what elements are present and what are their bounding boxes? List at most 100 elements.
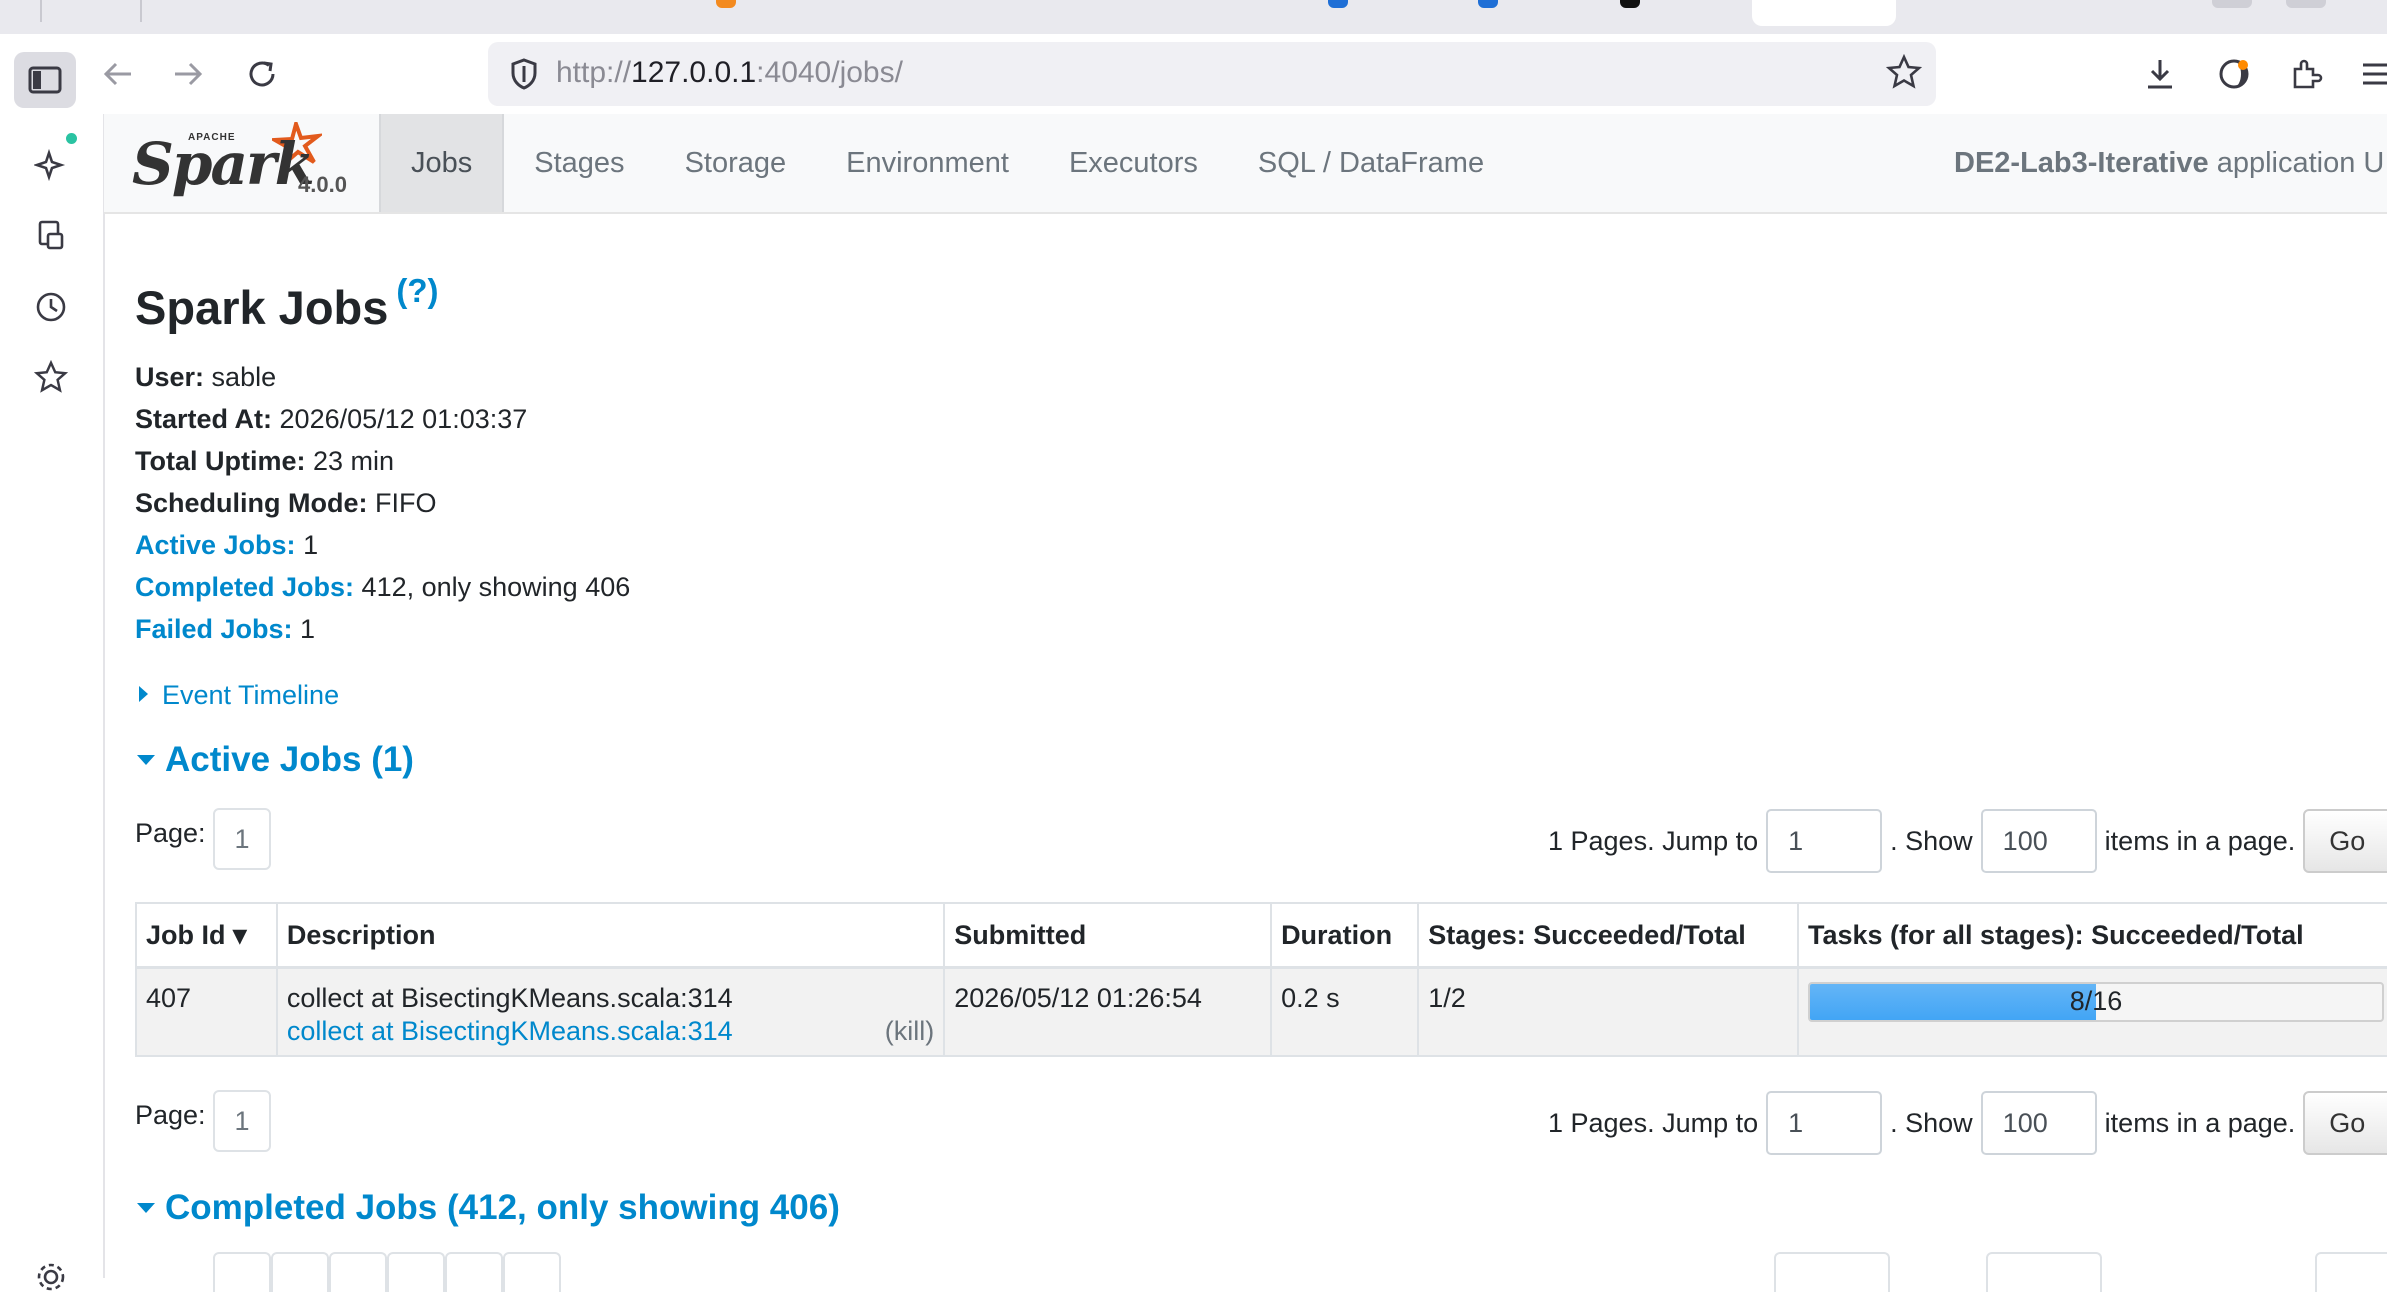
tab-executors[interactable]: Executors: [1039, 114, 1228, 212]
page-button[interactable]: [271, 1252, 329, 1292]
description-cell: collect at BisectingKMeans.scala:314 col…: [275, 966, 946, 1057]
tab-sql-dataframe[interactable]: SQL / DataFrame: [1228, 114, 1514, 212]
completed-jobs-header[interactable]: Completed Jobs (412, only showing 406): [135, 1188, 840, 1228]
page-button[interactable]: [503, 1252, 561, 1292]
table-row: 407 collect at BisectingKMeans.scala:314…: [135, 966, 2387, 1057]
col-submitted[interactable]: Submitted: [943, 902, 1273, 969]
tab-storage[interactable]: Storage: [655, 114, 817, 212]
show-text: . Show: [1890, 825, 1973, 856]
tab-favicon-icon[interactable]: [1478, 0, 1498, 8]
duration-cell: 0.2 s: [1270, 966, 1420, 1057]
extensions-icon[interactable]: [2280, 48, 2332, 100]
bookmarks-star-icon[interactable]: [28, 354, 74, 400]
active-jobs-header[interactable]: Active Jobs (1): [135, 740, 414, 780]
bookmark-star-icon[interactable]: [1885, 53, 1923, 99]
tab-favicon-icon[interactable]: [716, 0, 736, 8]
stages-cell: 1/2: [1417, 966, 1799, 1057]
browser-sidebar: [0, 114, 105, 1291]
page-label: Page:: [135, 818, 206, 848]
pages-text: 1 Pages. Jump to: [1548, 1107, 1759, 1138]
completed-jobs-link[interactable]: Completed Jobs:: [135, 572, 354, 602]
tab-control[interactable]: [2286, 0, 2326, 8]
spark-version: 4.0.0: [298, 172, 347, 197]
tasks-cell: 8/16: [1797, 966, 2387, 1057]
tab-separator: [40, 0, 42, 22]
go-button[interactable]: Go: [2303, 1091, 2387, 1155]
tab-favicon-icon[interactable]: [1620, 0, 1640, 8]
shield-icon[interactable]: [506, 56, 542, 92]
page-size-input[interactable]: [1980, 1091, 2097, 1155]
items-text: items in a page.: [2104, 1107, 2296, 1138]
tab-environment[interactable]: Environment: [816, 114, 1039, 212]
items-text: items in a page.: [2104, 825, 2296, 856]
page-size-input[interactable]: [1986, 1252, 2102, 1292]
jump-to-page-input[interactable]: [1766, 809, 1883, 873]
page-button[interactable]: [387, 1252, 445, 1292]
show-text: . Show: [1890, 1107, 1973, 1138]
spark-navbar: APACHE Spark 4.0.0 Jobs Stages Storage E…: [104, 114, 2387, 214]
ai-sparkle-icon[interactable]: [28, 142, 74, 188]
help-link[interactable]: (?): [396, 272, 438, 309]
job-summary: User: sable Started At: 2026/05/12 01:03…: [135, 356, 630, 650]
go-button[interactable]: Go: [2303, 809, 2387, 873]
tab-separator: [140, 0, 142, 22]
summary-failed-jobs: Failed Jobs: 1: [135, 614, 316, 644]
account-icon[interactable]: [2208, 48, 2260, 100]
address-bar[interactable]: http://127.0.0.1:4040/jobs/: [488, 42, 1936, 106]
summary-scheduling-mode: Scheduling Mode: FIFO: [135, 488, 437, 518]
tab-stages[interactable]: Stages: [504, 114, 654, 212]
download-icon[interactable]: [2134, 48, 2186, 100]
job-details-link[interactable]: collect at BisectingKMeans.scala:314: [287, 1016, 733, 1046]
logo-spark-text: Spark: [132, 130, 315, 198]
jump-to-page-input[interactable]: [1766, 1091, 1883, 1155]
event-timeline-toggle[interactable]: Event Timeline: [135, 680, 339, 711]
page-number-button[interactable]: 1: [213, 1090, 271, 1152]
spark-logo[interactable]: APACHE Spark 4.0.0: [132, 120, 392, 206]
kill-link[interactable]: (kill): [885, 1016, 934, 1047]
col-duration[interactable]: Duration: [1270, 902, 1420, 969]
active-jobs-link[interactable]: Active Jobs:: [135, 530, 296, 560]
tab-favicon-icon[interactable]: [1328, 0, 1348, 8]
synced-tabs-icon[interactable]: [28, 212, 74, 258]
col-tasks[interactable]: Tasks (for all stages): Succeeded/Total: [1797, 902, 2387, 969]
menu-icon[interactable]: [2350, 48, 2387, 100]
page-button[interactable]: [445, 1252, 503, 1292]
page-number-button[interactable]: 1: [213, 808, 271, 870]
submitted-cell: 2026/05/12 01:26:54: [943, 966, 1273, 1057]
table-header-row: Job Id ▾ Description Submitted Duration …: [135, 902, 2387, 969]
col-description[interactable]: Description: [275, 902, 946, 969]
sidebar-toggle-icon[interactable]: [14, 52, 76, 108]
col-stages[interactable]: Stages: Succeeded/Total: [1417, 902, 1799, 969]
summary-started: Started At: 2026/05/12 01:03:37: [135, 404, 528, 434]
failed-jobs-link[interactable]: Failed Jobs:: [135, 614, 293, 644]
jump-to-page-input[interactable]: [1774, 1252, 1890, 1292]
active-tab[interactable]: [1752, 0, 1896, 26]
col-job-id[interactable]: Job Id ▾: [135, 902, 278, 969]
go-button[interactable]: [2315, 1252, 2387, 1292]
browser-toolbar: http://127.0.0.1:4040/jobs/: [0, 34, 2387, 114]
page-size-input[interactable]: [1980, 809, 2097, 873]
job-id-cell: 407: [135, 966, 278, 1057]
page-label: Page:: [135, 1100, 206, 1130]
settings-gear-icon[interactable]: [28, 1254, 74, 1300]
app-name-suffix: application U: [2216, 146, 2385, 179]
back-arrow-icon[interactable]: [92, 48, 144, 100]
active-jobs-pager-bottom: Page: 1 1 Pages. Jump to . Show items in…: [135, 1090, 2387, 1156]
tab-jobs[interactable]: Jobs: [379, 114, 505, 212]
active-jobs-table: Job Id ▾ Description Submitted Duration …: [135, 902, 2387, 1057]
completed-jobs-pager: [135, 1252, 2387, 1292]
app-name-bold: DE2-Lab3-Iterative: [1954, 146, 2209, 179]
page-button[interactable]: [329, 1252, 387, 1292]
summary-uptime: Total Uptime: 23 min: [135, 446, 395, 476]
expand-triangle-icon: [139, 686, 148, 702]
description-text: collect at BisectingKMeans.scala:314: [286, 983, 733, 1013]
progress-text: 8/16: [2069, 986, 2123, 1016]
forward-arrow-icon[interactable]: [162, 48, 214, 100]
reload-icon[interactable]: [236, 48, 288, 100]
notification-dot: [66, 133, 77, 144]
page-button[interactable]: [213, 1252, 271, 1292]
nav-tabs: Jobs Stages Storage Environment Executor…: [379, 114, 1514, 212]
tab-control[interactable]: [2212, 0, 2252, 8]
url-text[interactable]: http://127.0.0.1:4040/jobs/: [556, 56, 903, 90]
history-clock-icon[interactable]: [28, 284, 74, 330]
